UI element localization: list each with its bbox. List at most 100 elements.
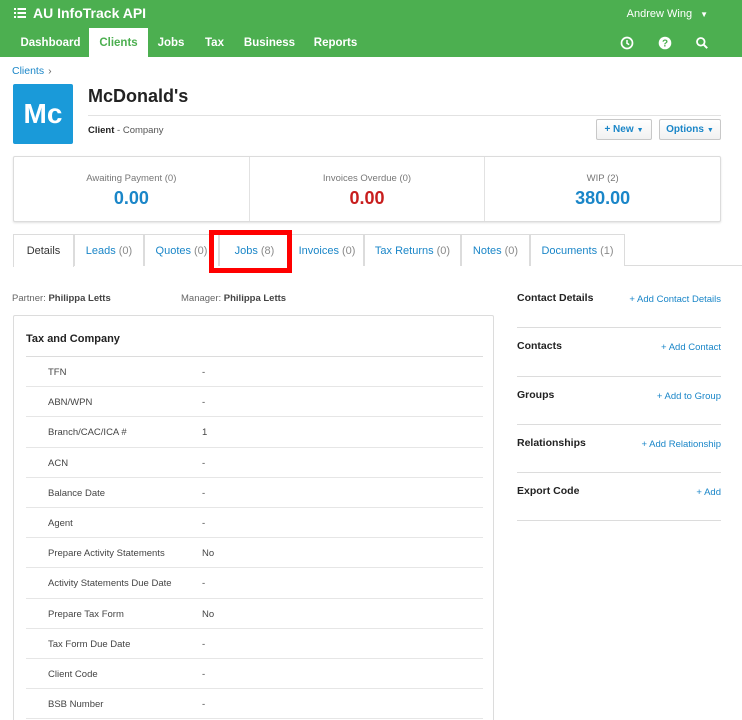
summary-label: Invoices Overdue (0)	[322, 173, 412, 184]
panel-title: Tax and Company	[26, 333, 120, 345]
clock-icon[interactable]	[620, 36, 634, 50]
tab-invoices[interactable]: Invoices (0)	[290, 234, 364, 266]
tab-label: Documents	[541, 245, 598, 257]
summary-label: Awaiting Payment (0)	[86, 173, 177, 184]
summary-awaiting-payment[interactable]: Awaiting Payment (0) 0.00	[14, 157, 250, 221]
tab-notes[interactable]: Notes (0)	[461, 234, 530, 266]
row-label: Branch/CAC/ICA #	[48, 427, 127, 439]
tab-count: (0)	[118, 245, 133, 257]
section-title: Groups	[517, 388, 555, 401]
row-label: Balance Date	[48, 487, 106, 499]
summary-wip[interactable]: WIP (2) 380.00	[485, 157, 720, 221]
client-tabs: Details Leads (0) Quotes (0) Jobs (8) Invoi…	[13, 234, 742, 267]
user-name: Andrew Wing	[626, 8, 693, 20]
options-button[interactable]: Options ▼	[659, 119, 721, 140]
tab-details[interactable]: Details	[13, 234, 74, 267]
client-type: Client - Company	[88, 125, 164, 136]
row-label: ABN/WPN	[48, 397, 93, 409]
summary-bar: Awaiting Payment (0) 0.00 Invoices Overd…	[13, 156, 721, 222]
row-value: -	[202, 397, 206, 409]
nav-clients[interactable]: Clients	[89, 28, 148, 57]
tab-count: (0)	[504, 245, 519, 257]
summary-value: 0.00	[349, 188, 385, 208]
section-contacts: Contacts + Add Contact	[517, 328, 721, 377]
tab-count: (0)	[341, 245, 356, 257]
header-divider	[88, 115, 721, 116]
nav-reports[interactable]: Reports	[304, 28, 367, 57]
table-row: Activity Statements Due Date -	[26, 568, 483, 599]
row-label: Activity Statements Due Date	[48, 578, 172, 590]
tab-label: Details	[26, 245, 61, 257]
row-label: Tax Form Due Date	[48, 638, 131, 650]
row-value: -	[202, 457, 206, 469]
tab-leads[interactable]: Leads (0)	[74, 234, 144, 266]
tab-count: (0)	[436, 245, 451, 257]
svg-text:?: ?	[662, 39, 668, 50]
nav-tax[interactable]: Tax	[194, 28, 235, 57]
tab-label: Leads	[85, 245, 116, 257]
section-title: Contacts	[517, 340, 562, 353]
row-label: Prepare Tax Form	[48, 608, 124, 620]
client-type-label: Client	[88, 125, 115, 136]
nav-jobs[interactable]: Jobs	[148, 28, 194, 57]
help-icon[interactable]: ?	[658, 36, 672, 50]
section-export-code: Export Code + Add	[517, 473, 721, 522]
app-title-text: AU InfoTrack API	[33, 5, 147, 21]
tab-label: Notes	[472, 245, 502, 257]
row-value: -	[202, 699, 206, 711]
tab-label: Invoices	[298, 245, 339, 257]
table-row: Balance Date -	[26, 478, 483, 508]
user-menu[interactable]: Andrew Wing ▼	[627, 8, 708, 20]
row-label: Agent	[48, 517, 73, 529]
tab-count: (1)	[600, 245, 614, 257]
caret-down-icon: ▼	[706, 127, 714, 134]
row-value: -	[202, 487, 206, 499]
nav-dashboard[interactable]: Dashboard	[12, 28, 89, 57]
nav-business[interactable]: Business	[235, 28, 304, 57]
row-value: 1	[202, 427, 208, 439]
tab-documents[interactable]: Documents (1)	[530, 234, 625, 266]
section-title: Export Code	[517, 485, 580, 498]
section-relationships: Relationships + Add Relationship	[517, 425, 722, 474]
table-row: Prepare Activity Statements No	[26, 538, 483, 569]
summary-invoices-overdue[interactable]: Invoices Overdue (0) 0.00	[250, 157, 486, 221]
add-export-code-link[interactable]: + Add	[696, 487, 721, 498]
add-to-group-link[interactable]: + Add to Group	[657, 391, 721, 402]
search-icon[interactable]	[695, 36, 709, 50]
page-title: McDonald's	[88, 86, 189, 106]
summary-value: 380.00	[575, 188, 631, 208]
add-contact-link[interactable]: + Add Contact	[661, 342, 721, 353]
row-value: -	[202, 578, 206, 590]
partner-name: Philippa Letts	[48, 293, 111, 304]
menu-list-icon	[14, 5, 27, 21]
table-row: BSB Number -	[26, 689, 483, 720]
tab-tax-returns[interactable]: Tax Returns (0)	[364, 234, 461, 266]
main-nav: Dashboard Clients Jobs Tax Business Repo…	[0, 28, 742, 57]
table-row: ACN -	[26, 448, 483, 478]
client-sidebar: Contact Details + Add Contact Details Co…	[517, 280, 722, 522]
new-button[interactable]: + New ▼	[596, 119, 652, 140]
row-value: No	[202, 548, 215, 560]
table-row: Tax Form Due Date -	[26, 629, 483, 659]
row-value: -	[202, 367, 206, 378]
manager-info: Manager: Philippa Letts	[181, 293, 286, 304]
row-label: Client Code	[48, 668, 98, 680]
summary-label: WIP (2)	[586, 173, 619, 184]
breadcrumb-separator: ›	[48, 65, 52, 77]
add-relationship-link[interactable]: + Add Relationship	[642, 439, 722, 450]
app-title[interactable]: AU InfoTrack API	[14, 5, 146, 21]
table-row: Prepare Tax Form No	[26, 599, 483, 629]
section-title: Relationships	[517, 436, 586, 449]
jobs-tab-highlight	[209, 230, 292, 273]
caret-down-icon: ▼	[700, 10, 708, 19]
row-label: TFN	[48, 367, 67, 378]
manager-name: Philippa Letts	[223, 293, 287, 304]
add-contact-details-link[interactable]: + Add Contact Details	[629, 294, 721, 305]
breadcrumb: Clients ›	[12, 65, 52, 77]
breadcrumb-clients[interactable]: Clients	[12, 65, 44, 77]
partner-label: Partner:	[12, 293, 46, 304]
tab-quotes[interactable]: Quotes (0)	[144, 234, 219, 266]
table-row: ABN/WPN -	[26, 387, 483, 418]
section-contact-details: Contact Details + Add Contact Details	[517, 280, 721, 329]
section-groups: Groups + Add to Group	[517, 377, 721, 425]
